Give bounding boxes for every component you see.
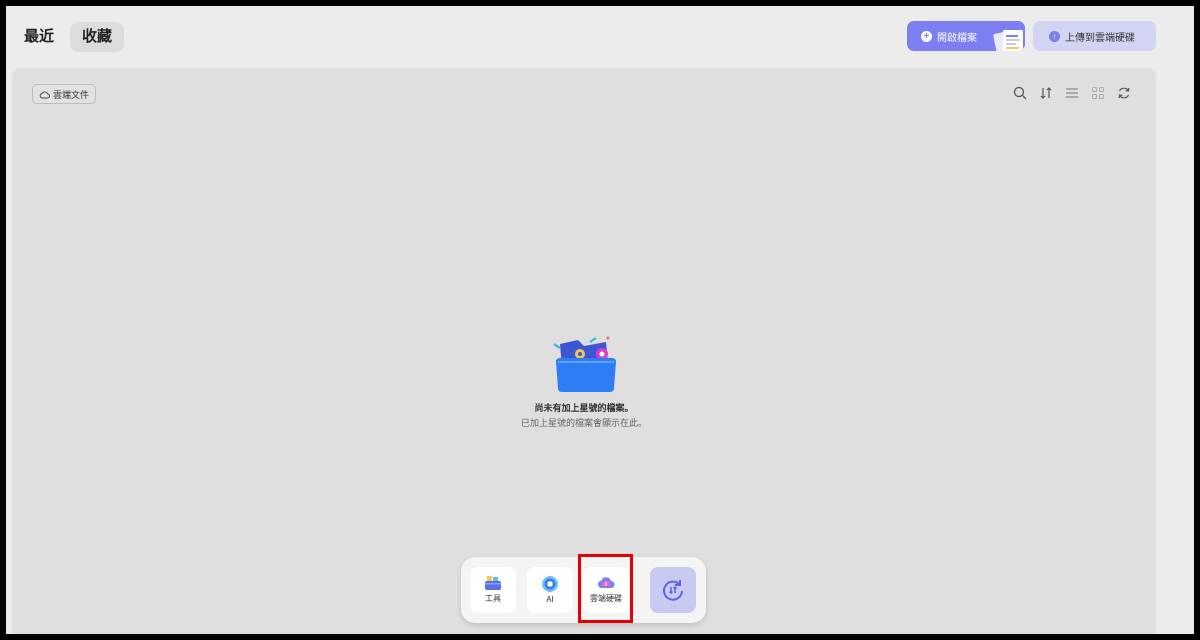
tab-recent[interactable]: 最近 bbox=[12, 22, 66, 52]
sync-icon bbox=[663, 580, 683, 601]
open-file-label: 開啟檔案 bbox=[937, 32, 977, 44]
cloud-chip-label: 雲端文件 bbox=[53, 89, 90, 100]
ai-icon bbox=[542, 576, 558, 592]
favorites-panel: 雲端文件 尚未有加上星號的檔案。 已加上星號的檔案會顯示在此。 bbox=[12, 68, 1156, 634]
dock-ai-button[interactable]: AI bbox=[527, 567, 573, 613]
open-file-button[interactable]: + 開啟檔案 bbox=[907, 21, 1025, 51]
tab-favorites[interactable]: 收藏 bbox=[70, 22, 125, 52]
dock-sync-button[interactable] bbox=[650, 567, 696, 613]
panel-toolbar bbox=[1012, 85, 1132, 101]
upload-arrow-icon: ↑ bbox=[1049, 30, 1060, 42]
cloud-icon bbox=[39, 91, 50, 98]
app-window: 最近 收藏 + 開啟檔案 ↑ 上傳到雲端硬碟 雲端文件 尚未有加上星號的檔案。 … bbox=[6, 6, 1194, 634]
empty-state-subtitle: 已加上星號的檔案會顯示在此。 bbox=[520, 418, 647, 428]
empty-folder-illustration bbox=[553, 336, 616, 392]
plus-icon: + bbox=[921, 30, 932, 42]
dock-tools-label: 工具 bbox=[485, 594, 501, 603]
refresh-icon[interactable] bbox=[1116, 85, 1132, 101]
grid-view-icon[interactable] bbox=[1090, 85, 1106, 101]
toolbox-icon bbox=[485, 576, 501, 590]
upload-to-cloud-button[interactable]: ↑ 上傳到雲端硬碟 bbox=[1033, 21, 1156, 51]
upload-label: 上傳到雲端硬碟 bbox=[1065, 32, 1135, 44]
highlight-box bbox=[578, 554, 633, 623]
empty-state-title: 尚未有加上星號的檔案。 bbox=[534, 403, 634, 413]
sort-icon[interactable] bbox=[1038, 85, 1054, 101]
cloud-documents-chip[interactable]: 雲端文件 bbox=[32, 84, 97, 104]
dock-ai-label: AI bbox=[546, 595, 554, 604]
list-view-icon[interactable] bbox=[1064, 85, 1080, 101]
search-icon[interactable] bbox=[1012, 85, 1028, 101]
documents-icon bbox=[993, 30, 1023, 51]
dock-tools-button[interactable]: 工具 bbox=[470, 567, 516, 613]
